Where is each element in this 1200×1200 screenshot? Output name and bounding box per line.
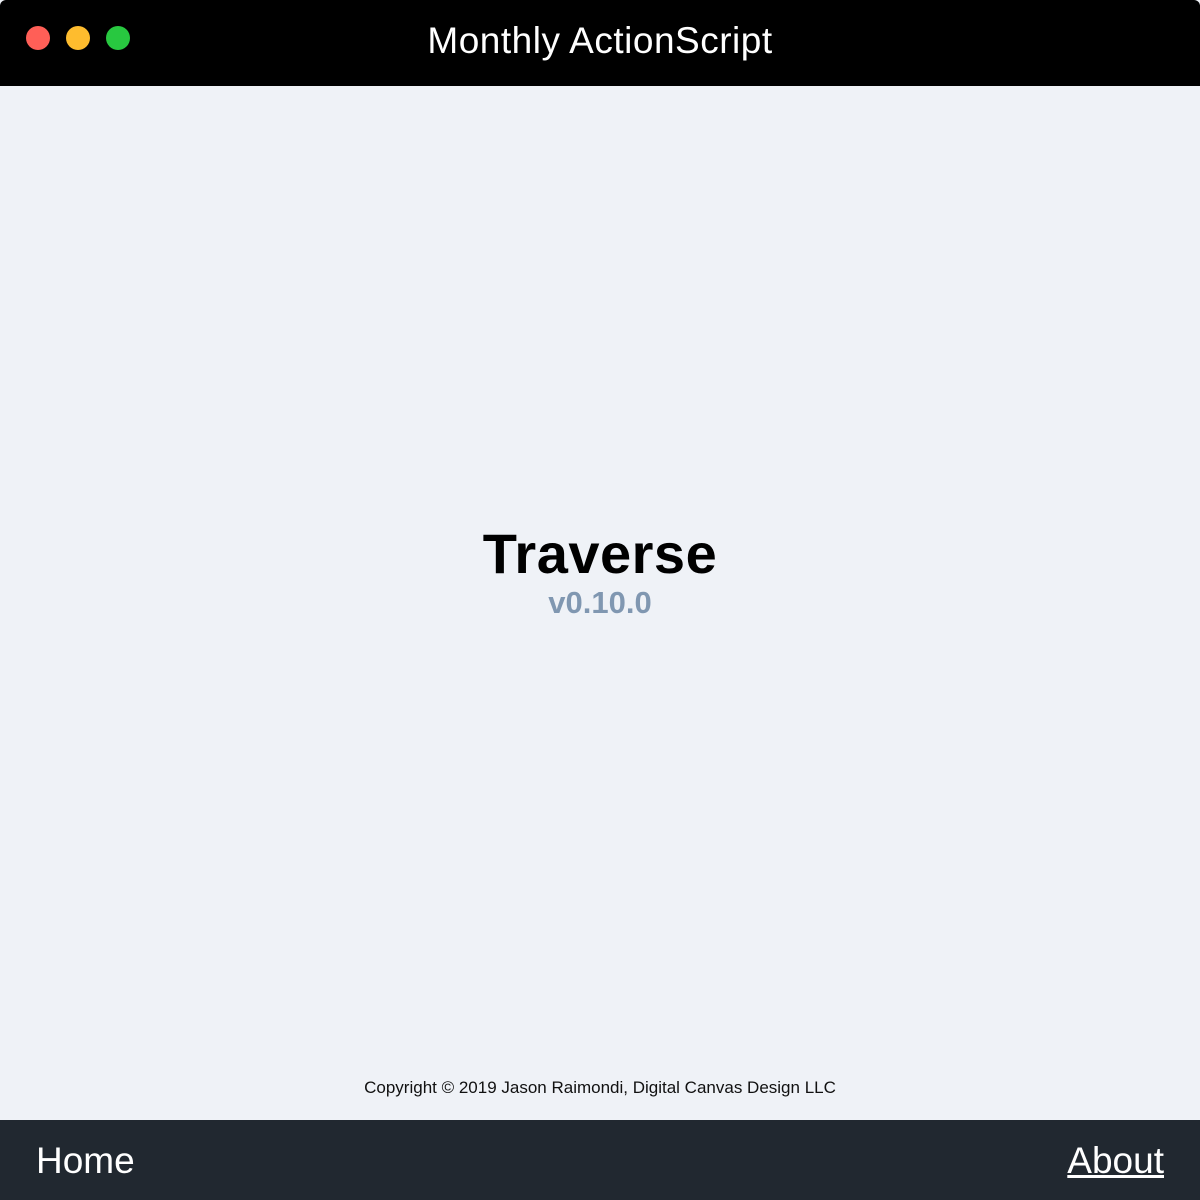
home-link[interactable]: Home: [36, 1139, 135, 1183]
copyright-text: Copyright © 2019 Jason Raimondi, Digital…: [364, 1078, 836, 1097]
title-bar: Monthly ActionScript: [0, 0, 1200, 86]
about-link[interactable]: About: [1067, 1139, 1164, 1183]
window-title: Monthly ActionScript: [427, 20, 773, 61]
about-content: Traverse v0.10.0 Copyright © 2019 Jason …: [0, 86, 1200, 1120]
app-name: Traverse: [482, 522, 718, 585]
app-version: v0.10.0: [548, 585, 652, 620]
footer-nav: Home About: [0, 1120, 1200, 1200]
app-window: Monthly ActionScript Traverse v0.10.0 Co…: [0, 0, 1200, 1200]
